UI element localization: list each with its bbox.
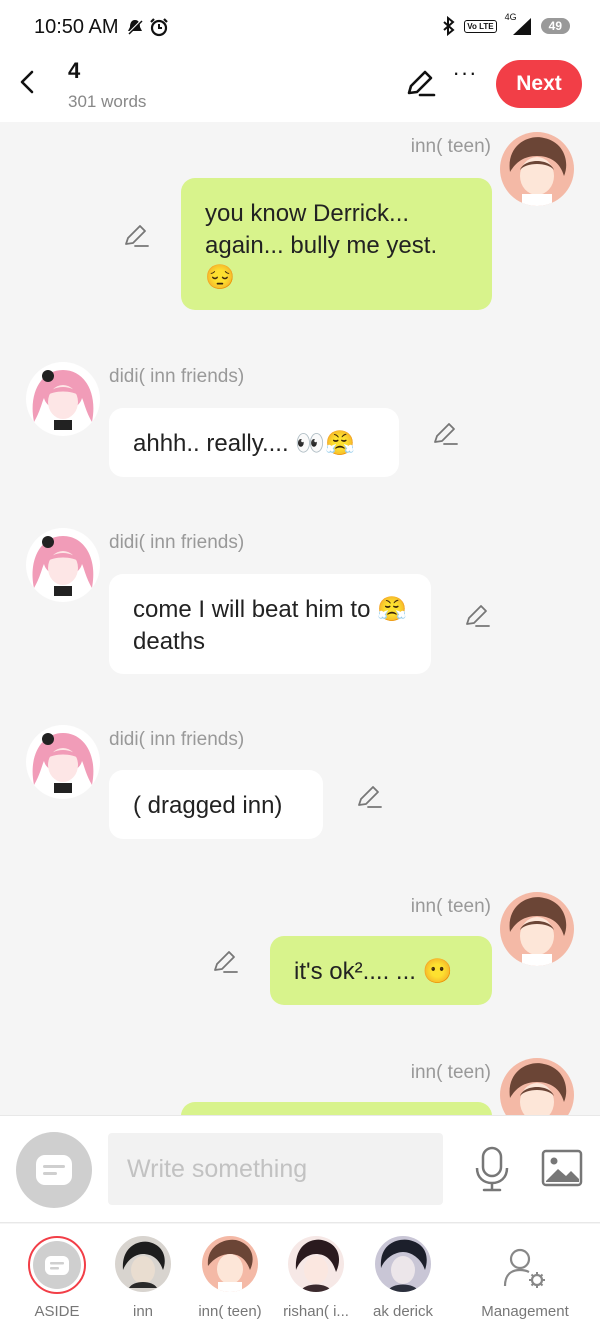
status-time: 10:50 AM xyxy=(34,16,119,38)
pencil-icon xyxy=(214,951,238,973)
message-icon xyxy=(36,1155,72,1185)
character-ak-derick[interactable]: ak derick xyxy=(358,1224,448,1333)
sender-name: inn( teen) xyxy=(410,136,491,157)
battery-level: 49 xyxy=(540,18,570,34)
avatar-didi[interactable] xyxy=(26,528,100,602)
chevron-left-icon xyxy=(20,70,34,94)
next-button[interactable]: Next xyxy=(496,60,582,108)
pencil-icon xyxy=(358,786,382,808)
sender-name: inn( teen) xyxy=(410,1062,491,1083)
avatar-inn-teen xyxy=(202,1236,258,1292)
word-count: 301 words xyxy=(68,92,147,111)
chapter-number: 4 xyxy=(68,58,81,83)
message-bubble[interactable] xyxy=(181,1102,492,1115)
pencil-icon xyxy=(434,423,458,445)
back-button[interactable] xyxy=(14,66,42,98)
edit-message-button[interactable] xyxy=(431,420,459,448)
avatar-inn-teen[interactable] xyxy=(500,132,574,206)
message-bubble[interactable]: it's ok².... ... 😶 xyxy=(270,936,492,1005)
status-bar: 10:50 AM Vo LTE 4G 49 xyxy=(0,0,600,56)
avatar-inn xyxy=(115,1236,171,1292)
character-label: inn xyxy=(132,1303,154,1320)
message-input[interactable] xyxy=(108,1133,443,1205)
message-bubble[interactable]: you know Derrick... again... bully me ye… xyxy=(181,178,492,310)
edit-message-button[interactable] xyxy=(463,602,491,630)
message-bubble[interactable]: ( dragged inn) xyxy=(109,770,323,839)
edit-message-button[interactable] xyxy=(211,948,239,976)
edit-message-button[interactable] xyxy=(122,222,150,250)
bluetooth-icon xyxy=(443,16,455,36)
edit-message-button[interactable] xyxy=(355,783,383,811)
pencil-icon xyxy=(125,225,149,247)
status-notification-icons xyxy=(126,16,169,37)
message-bubble[interactable]: ahhh.. really.... 👀😤 xyxy=(109,408,399,477)
microphone-icon xyxy=(475,1146,509,1192)
character-inn[interactable]: inn xyxy=(98,1224,188,1333)
sender-name: didi( inn friends) xyxy=(109,532,245,553)
message-input-box[interactable] xyxy=(108,1133,443,1205)
character-label: rishan( i... xyxy=(283,1303,349,1320)
manage-user-icon xyxy=(502,1246,548,1292)
avatar-didi[interactable] xyxy=(26,725,100,799)
status-right-icons: Vo LTE 4G 49 xyxy=(442,12,570,36)
sender-name: didi( inn friends) xyxy=(109,366,245,387)
image-icon xyxy=(541,1149,583,1187)
edit-title-button[interactable] xyxy=(404,68,436,98)
message-bubble[interactable]: come I will beat him to 😤 deaths xyxy=(109,574,431,674)
sender-name: inn( teen) xyxy=(410,896,491,917)
alarm-icon xyxy=(150,18,168,37)
avatar-ak-derick xyxy=(375,1236,431,1292)
pencil-icon xyxy=(466,605,490,627)
aside-avatar xyxy=(28,1236,86,1294)
character-inn-teen[interactable]: inn( teen) xyxy=(185,1224,275,1333)
character-label: inn( teen) xyxy=(198,1303,262,1320)
management-label: Management xyxy=(481,1303,569,1320)
more-options-button[interactable]: ··· xyxy=(448,60,482,86)
avatar-inn-teen[interactable] xyxy=(500,1058,574,1115)
pencil-icon xyxy=(407,70,436,97)
management-button[interactable]: Management xyxy=(480,1224,570,1333)
character-rishan[interactable]: rishan( i... xyxy=(271,1224,361,1333)
avatar-rishan xyxy=(288,1236,344,1292)
avatar-didi[interactable] xyxy=(26,362,100,436)
character-label: ASIDE xyxy=(34,1303,80,1320)
aside-toggle-button[interactable] xyxy=(16,1132,92,1208)
composer-bar xyxy=(0,1115,600,1223)
avatar-inn-teen[interactable] xyxy=(500,892,574,966)
chat-area[interactable]: inn( teen) you know Derrick... again... … xyxy=(0,122,600,1115)
sender-name: didi( inn friends) xyxy=(109,729,245,750)
voice-input-button[interactable] xyxy=(472,1144,512,1194)
signal-icon: 4G xyxy=(505,12,533,36)
volte-indicator: Vo LTE xyxy=(464,19,497,33)
mute-bell-icon xyxy=(127,19,143,35)
character-bar: ASIDE inn inn( teen) rishan( i... ak der… xyxy=(0,1224,600,1333)
chapter-header: 4 301 words ··· Next xyxy=(0,56,600,122)
character-label: ak derick xyxy=(372,1303,434,1320)
character-aside[interactable]: ASIDE xyxy=(12,1224,102,1333)
insert-image-button[interactable] xyxy=(540,1148,584,1188)
